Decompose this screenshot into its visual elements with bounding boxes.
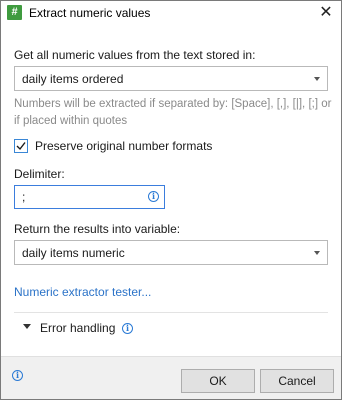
preserve-formats-checkbox[interactable]: Preserve original number formats: [14, 139, 234, 155]
info-icon[interactable]: i: [122, 323, 133, 334]
delimiter-label: Delimiter:: [14, 167, 65, 181]
chevron-down-icon: [314, 251, 320, 255]
numeric-extractor-tester-link[interactable]: Numeric extractor tester...: [14, 285, 151, 299]
chevron-down-icon: [314, 77, 320, 81]
close-button[interactable]: ✕: [315, 3, 337, 23]
result-variable-value: daily items numeric: [22, 246, 125, 260]
close-icon: ✕: [319, 4, 333, 21]
cancel-button[interactable]: Cancel: [260, 369, 334, 393]
checkmark-icon: [16, 142, 26, 151]
source-label: Get all numeric values from the text sto…: [14, 48, 256, 62]
source-variable-dropdown[interactable]: daily items ordered: [14, 66, 328, 91]
extract-numeric-dialog: # Extract numeric values ✕ Get all numer…: [0, 0, 342, 400]
info-icon[interactable]: i: [148, 191, 159, 202]
ok-button[interactable]: OK: [181, 369, 255, 393]
delimiter-input[interactable]: ; i: [14, 185, 165, 209]
source-variable-value: daily items ordered: [22, 72, 124, 86]
info-icon[interactable]: i: [12, 370, 23, 381]
chevron-down-icon: [23, 324, 31, 329]
preserve-formats-label: Preserve original number formats: [35, 139, 213, 153]
error-handling-label: Error handling: [40, 321, 116, 335]
divider: [14, 312, 328, 313]
dialog-footer: i OK Cancel: [1, 356, 341, 399]
result-variable-dropdown[interactable]: daily items numeric: [14, 240, 328, 265]
title-bar: # Extract numeric values ✕: [1, 1, 341, 27]
dialog-title: Extract numeric values: [29, 6, 151, 20]
separator-hint: Numbers will be extracted if separated b…: [14, 98, 332, 127]
hash-icon: #: [7, 5, 22, 20]
delimiter-value: ;: [22, 190, 26, 204]
checkbox-box[interactable]: [14, 139, 28, 153]
result-label: Return the results into variable:: [14, 222, 181, 236]
error-handling-expander[interactable]: Error handling i: [14, 321, 154, 337]
